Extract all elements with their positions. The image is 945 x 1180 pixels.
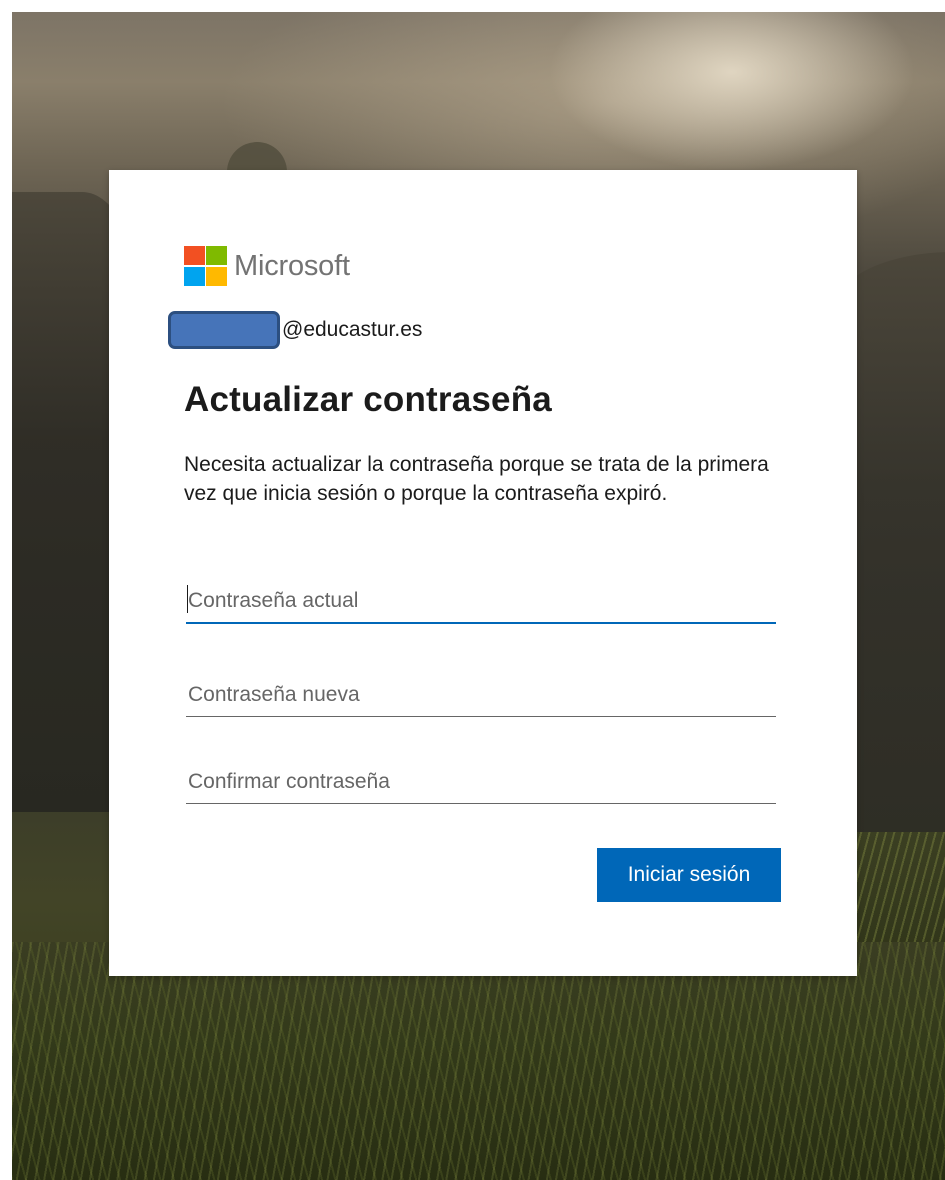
redacted-username-box [168,311,280,349]
new-password-field[interactable] [186,673,776,717]
microsoft-logo-icon [184,246,227,286]
logo-square-blue [184,267,205,286]
account-identity[interactable]: @educastur.es [168,310,422,350]
logo-square-green [206,246,227,265]
sign-in-button[interactable]: Iniciar sesión [597,848,781,902]
page-frame: Microsoft @educastur.es Actualizar contr… [0,0,945,1180]
password-update-description: Necesita actualizar la contraseña porque… [184,453,769,505]
email-domain: @educastur.es [282,318,423,341]
logo-square-red [184,246,205,265]
confirm-password-field[interactable] [186,760,776,804]
logo-square-yellow [206,267,227,286]
text-caret [187,585,188,613]
background-grass [12,942,945,1180]
sign-in-card: Microsoft @educastur.es Actualizar contr… [109,170,857,976]
brand-name: Microsoft [234,249,350,282]
page-title: Actualizar contraseña [184,380,552,419]
microsoft-logo: Microsoft [184,246,350,286]
current-password-field[interactable] [186,580,776,624]
